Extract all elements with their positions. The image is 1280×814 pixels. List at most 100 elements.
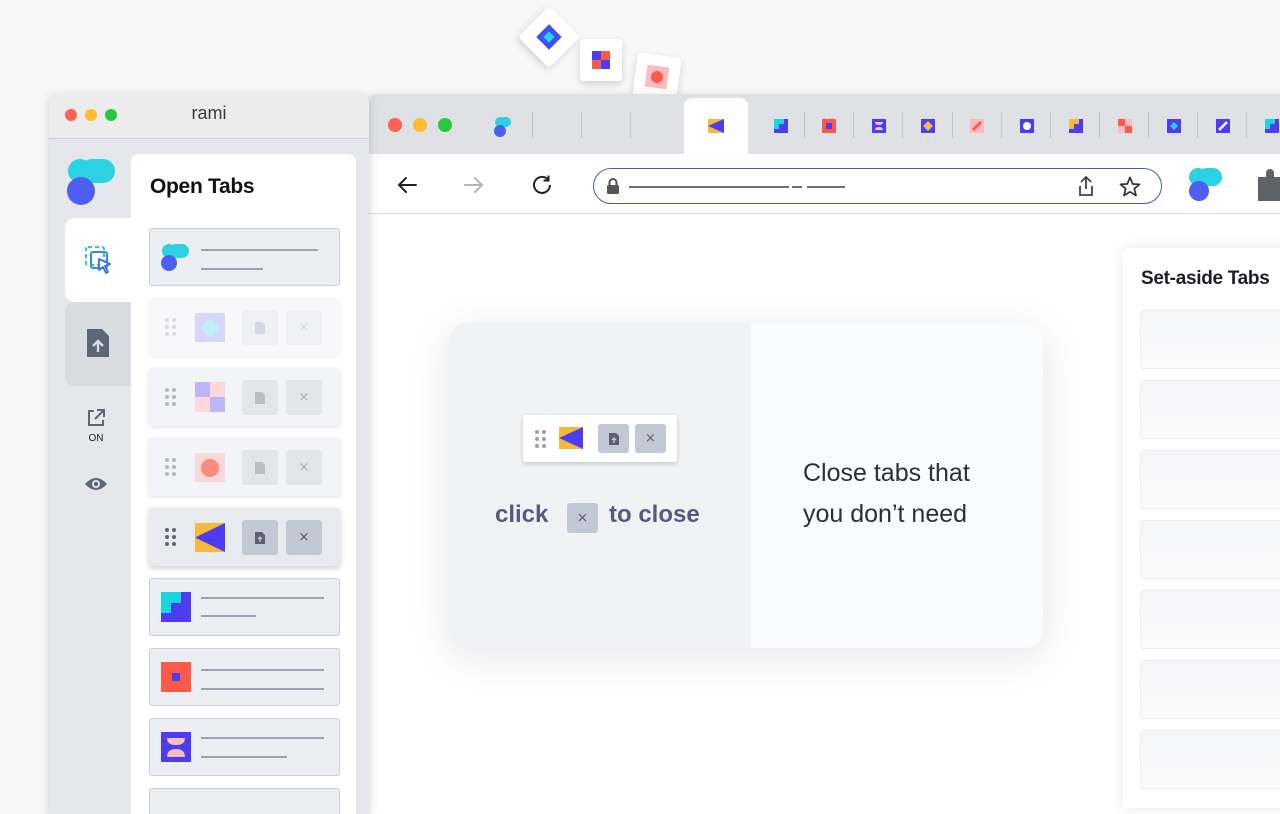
title-placeholder <box>201 669 324 671</box>
tab-separator <box>1099 112 1100 138</box>
close-tab-button[interactable]: × <box>286 380 322 415</box>
tab-diamond-icon[interactable] <box>921 118 935 133</box>
tab-row[interactable] <box>149 578 340 636</box>
tab-separator <box>853 112 854 138</box>
app-logo-icon[interactable] <box>494 116 516 138</box>
tab-diamond-icon[interactable] <box>1167 118 1181 133</box>
set-aside-slot <box>1140 520 1280 579</box>
open-tabs-panel: Open Tabs × × × × <box>131 154 356 814</box>
arrow-favicon-icon <box>559 427 583 449</box>
close-light[interactable] <box>388 118 402 132</box>
set-aside-panel: Set-aside Tabs <box>1123 248 1280 808</box>
open-external-status: ON <box>88 433 104 444</box>
back-icon[interactable] <box>395 173 419 197</box>
sidebar-item-set-aside[interactable] <box>65 302 131 386</box>
app-logo-icon <box>67 159 115 205</box>
set-aside-slot <box>1140 730 1280 789</box>
set-aside-button[interactable] <box>242 310 278 345</box>
set-aside-button[interactable] <box>242 450 278 485</box>
open-external-icon[interactable] <box>86 408 106 428</box>
title-placeholder <box>201 737 324 739</box>
tutorial-illustration: × click × to close <box>449 323 751 648</box>
tab-strip <box>369 94 1280 154</box>
tab-row[interactable]: × <box>149 368 340 426</box>
tab-steps-icon[interactable] <box>774 118 788 133</box>
tab-separator <box>804 112 805 138</box>
eye-icon[interactable] <box>84 476 108 492</box>
drag-handle-icon <box>535 430 547 448</box>
tab-pencil-icon[interactable] <box>970 118 984 133</box>
reload-icon[interactable] <box>530 173 554 197</box>
tab-separator <box>1246 112 1247 138</box>
tab-separator <box>952 112 953 138</box>
tab-checker-icon[interactable] <box>1118 118 1132 133</box>
url-placeholder <box>792 186 802 188</box>
tab-separator <box>1050 112 1051 138</box>
url-placeholder <box>629 186 789 188</box>
app-logo-favicon-icon <box>161 244 189 271</box>
title-placeholder <box>201 597 324 599</box>
hint-click: click <box>495 501 549 528</box>
open-tabs-title: Open Tabs <box>150 175 255 198</box>
sidebar: ON <box>49 140 131 814</box>
active-tab[interactable] <box>684 98 748 154</box>
set-aside-button[interactable] <box>242 520 278 555</box>
tab-separator <box>630 112 631 138</box>
square-favicon-icon <box>161 662 191 692</box>
set-aside-slot <box>1140 310 1280 369</box>
steps-favicon-icon <box>161 592 191 622</box>
share-icon[interactable] <box>1076 175 1096 197</box>
tab-row[interactable] <box>149 788 340 814</box>
set-aside-slot <box>1140 660 1280 719</box>
drag-handle-icon <box>165 388 177 406</box>
floating-checker-tile <box>580 39 622 81</box>
url-placeholder <box>807 186 845 188</box>
tab-row[interactable]: × <box>149 508 340 566</box>
extension-logo-icon[interactable] <box>1189 167 1225 203</box>
bookmark-star-icon[interactable] <box>1119 176 1141 197</box>
tab-steps-icon[interactable] <box>1265 118 1279 133</box>
tab-separator <box>1001 112 1002 138</box>
tab-row[interactable] <box>149 718 340 776</box>
set-aside-slot <box>1140 380 1280 439</box>
drag-handle-icon <box>165 458 177 476</box>
forward-icon[interactable] <box>462 173 486 197</box>
tab-row[interactable]: × <box>149 298 340 356</box>
tab-row[interactable] <box>149 648 340 706</box>
tab-row[interactable] <box>149 228 340 286</box>
tutorial-text-panel: Close tabs that you don’t need <box>751 323 1043 648</box>
circle-favicon-icon <box>195 453 225 482</box>
hint-to-close: to close <box>609 501 700 528</box>
tab-row[interactable]: × <box>149 438 340 496</box>
address-bar[interactable] <box>593 168 1162 204</box>
lock-icon <box>607 178 619 194</box>
zoom-light[interactable] <box>438 118 452 132</box>
set-aside-button[interactable] <box>242 380 278 415</box>
tab-circle-icon[interactable] <box>1020 118 1034 133</box>
set-aside-title: Set-aside Tabs <box>1141 268 1270 289</box>
tab-pencil-icon[interactable] <box>1216 118 1230 133</box>
tab-steps-icon[interactable] <box>1069 118 1083 133</box>
tab-bowl-icon[interactable] <box>872 118 886 133</box>
close-button: × <box>635 424 666 453</box>
bowl-favicon-icon <box>161 732 191 762</box>
url-placeholder <box>201 756 287 758</box>
close-tab-button[interactable]: × <box>286 310 322 345</box>
url-placeholder <box>201 615 256 617</box>
tutorial-card: × click × to close Close tabs that you d… <box>449 323 1043 648</box>
set-aside-button <box>598 424 629 453</box>
demo-tab-row: × <box>523 415 677 462</box>
tutorial-caption: Close tabs that you don’t need <box>803 459 970 528</box>
extensions-puzzle-icon[interactable] <box>1254 167 1280 203</box>
url-placeholder <box>201 688 324 690</box>
sidebar-item-open-tabs[interactable] <box>65 218 131 302</box>
arrow-favicon-icon <box>708 119 724 133</box>
arrow-favicon-icon <box>195 523 225 552</box>
close-tab-button[interactable]: × <box>286 450 322 485</box>
tab-square-icon[interactable] <box>822 118 836 133</box>
hint-close-icon: × <box>567 503 598 533</box>
checker-favicon-icon <box>195 382 225 412</box>
close-tab-button[interactable]: × <box>286 520 322 555</box>
select-tabs-icon <box>85 246 111 274</box>
minimize-light[interactable] <box>413 118 427 132</box>
